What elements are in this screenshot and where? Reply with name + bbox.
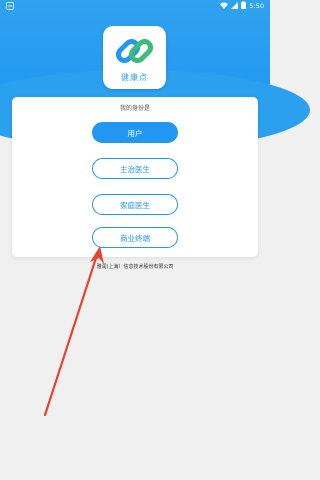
cellular-icon bbox=[231, 1, 239, 11]
status-time: 5:50 bbox=[249, 2, 264, 10]
company-name: 雅润(上海）信息技术股份有限公司 bbox=[96, 264, 174, 270]
status-bar: 5:50 bbox=[0, 0, 270, 12]
role-button-attending-doctor[interactable]: 主治医生 bbox=[92, 158, 178, 179]
app-name: 健康点 bbox=[121, 73, 148, 82]
chain-link-icon bbox=[115, 38, 154, 64]
wifi-icon bbox=[220, 2, 229, 11]
identity-card-title: 我的身份是 bbox=[119, 105, 150, 112]
role-button-user[interactable]: 用户 bbox=[92, 122, 178, 143]
app-notification-icon bbox=[6, 2, 14, 10]
role-button-family-doctor[interactable]: 家庭医生 bbox=[92, 194, 178, 215]
app-logo: 健康点 bbox=[103, 26, 166, 89]
battery-icon bbox=[241, 1, 247, 11]
identity-card: 我的身份是 用户 主治医生 家庭医生 商业终端 bbox=[12, 97, 258, 257]
role-button-commercial-terminal[interactable]: 商业终端 bbox=[92, 227, 178, 248]
